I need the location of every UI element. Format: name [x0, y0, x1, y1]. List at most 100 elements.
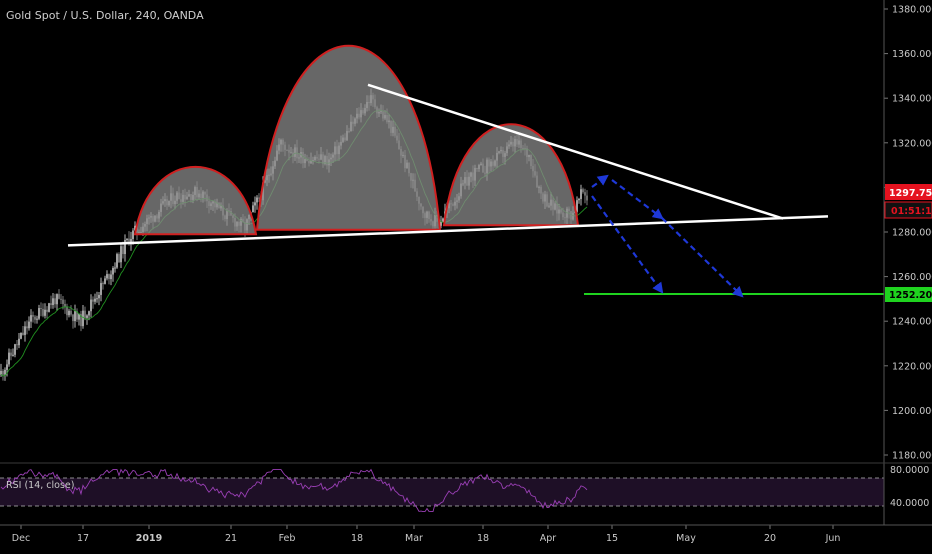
candle-body	[70, 310, 72, 315]
candle-body	[132, 230, 134, 239]
candle-body	[20, 332, 22, 339]
candle-body	[40, 308, 42, 310]
candle-body	[106, 274, 108, 279]
candle-body	[38, 308, 40, 319]
candle-body	[584, 192, 586, 196]
candle-body	[90, 299, 92, 312]
candle-body	[8, 352, 10, 365]
y-tick-label: 1320.000	[892, 138, 932, 149]
candle-body	[34, 316, 36, 320]
candle-body	[112, 268, 114, 275]
candle-body	[6, 364, 8, 370]
candle-body	[42, 308, 44, 316]
candle-body	[94, 298, 96, 302]
candle-body	[68, 310, 70, 316]
candle-body	[120, 246, 122, 263]
candle-body	[126, 238, 128, 240]
candle-body	[114, 267, 116, 269]
candle-body	[14, 344, 16, 355]
x-tick-label: 18	[351, 533, 363, 544]
y-tick-label: 1200.000	[892, 406, 932, 417]
y-tick-label: 1340.000	[892, 94, 932, 105]
y-tick-label: 1380.000	[892, 5, 932, 16]
chart-background	[0, 0, 932, 550]
candle-body	[88, 311, 90, 316]
candle-body	[4, 369, 6, 375]
candle-body	[74, 311, 76, 322]
candle-body	[580, 189, 582, 199]
candle-body	[256, 197, 258, 203]
candle-body	[110, 274, 112, 280]
candle-body	[92, 299, 94, 302]
candle-body	[18, 338, 20, 346]
candle-body	[16, 344, 18, 346]
candle-body	[46, 309, 48, 312]
candle-body	[30, 315, 32, 322]
y-tick-label: 1260.000	[892, 272, 932, 283]
y-tick-label: 1280.000	[892, 228, 932, 239]
y-tick-label: 1220.000	[892, 361, 932, 372]
candle-body	[108, 274, 110, 280]
candle-body	[72, 314, 74, 322]
chart-root: Gold Spot / U.S. Dollar, 240, OANDA 1380…	[0, 0, 932, 550]
x-tick-label: 2019	[136, 533, 162, 544]
candle-body	[12, 354, 14, 356]
candle-body	[442, 218, 444, 222]
candle-body	[100, 283, 102, 295]
x-tick-label: 21	[225, 533, 237, 544]
candle-body	[582, 189, 584, 193]
candle-body	[56, 294, 58, 305]
candle-body	[82, 310, 84, 327]
target-price-tag-value: 1252.202	[889, 290, 932, 301]
candle-body	[118, 254, 120, 263]
x-tick-label: 20	[764, 533, 776, 544]
candle-body	[66, 306, 68, 316]
candle-body	[36, 318, 38, 320]
candle-body	[96, 298, 98, 300]
candle-body	[52, 298, 54, 306]
x-tick-label: Jun	[825, 533, 841, 544]
y-tick-label: 1360.000	[892, 49, 932, 60]
x-tick-label: Feb	[279, 533, 296, 544]
candle-body	[98, 294, 100, 299]
candle-body	[258, 197, 260, 199]
candle-body	[122, 246, 124, 255]
candle-body	[24, 326, 26, 335]
candle-body	[44, 309, 46, 316]
candle-body	[32, 315, 34, 317]
candle-body	[254, 202, 256, 206]
candle-body	[86, 315, 88, 318]
candle-body	[586, 195, 588, 201]
candle-body	[54, 298, 56, 305]
candle-body	[2, 370, 4, 375]
candle-body	[28, 321, 30, 329]
candle-body	[252, 205, 254, 213]
candle-body	[84, 310, 86, 318]
candle-body	[62, 299, 64, 304]
candle-body	[50, 303, 52, 306]
candle-body	[116, 254, 118, 268]
candle-body	[26, 326, 28, 329]
y-tick-label: 1180.000	[892, 451, 932, 462]
candle-body	[104, 278, 106, 284]
target-price-tag: 1252.202	[885, 287, 932, 302]
x-tick-label: 18	[477, 533, 489, 544]
x-tick-label: 15	[606, 533, 618, 544]
last-price-tag-value: 1297.753	[889, 188, 932, 199]
chart-title: Gold Spot / U.S. Dollar, 240, OANDA	[6, 9, 204, 22]
countdown-tag-value: 01:51:17	[891, 206, 932, 217]
x-tick-label: Mar	[405, 533, 423, 544]
x-tick-label: May	[676, 533, 696, 544]
candle-body	[58, 294, 60, 299]
candle-body	[48, 303, 50, 312]
chart-canvas[interactable]: Gold Spot / U.S. Dollar, 240, OANDA 1380…	[0, 0, 932, 550]
y-tick-label: 1240.000	[892, 317, 932, 328]
candle-body	[578, 198, 580, 201]
rsi-tick-lower: 40.0000	[890, 498, 929, 509]
candle-body	[60, 298, 62, 300]
candle-body	[22, 332, 24, 335]
x-tick-label: Apr	[540, 533, 557, 544]
candle-body	[10, 352, 12, 356]
x-tick-label: 17	[77, 533, 89, 544]
candle-body	[102, 283, 104, 285]
